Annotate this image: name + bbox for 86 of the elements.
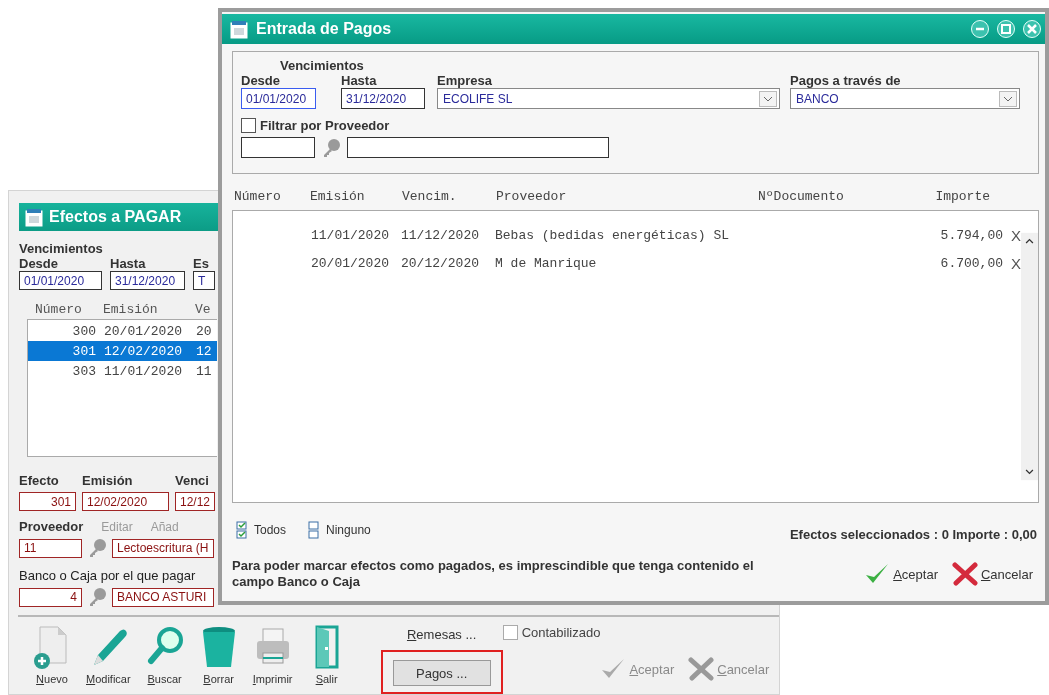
field-label: Hasta: [341, 73, 378, 88]
toolbar-button[interactable]: Salir: [306, 623, 347, 685]
cancel-button[interactable]: Cancelar: [951, 562, 1033, 586]
table-cell-text: 20/12/2020: [401, 255, 480, 271]
window-title: Efectos a PAGAR: [49, 208, 182, 226]
list-row[interactable]: 303 11/01/2020 11: [28, 361, 217, 381]
info-message: Para poder marcar efectos como pagados, es imprescindible que tenga contenido el campo Banco o Caja: [232, 558, 755, 590]
window-title: Entrada de Pagos: [256, 20, 393, 38]
field-label: Pagos a través de: [790, 73, 902, 88]
table-cell-text: M de Manrique: [495, 255, 598, 271]
list-row[interactable]: 301 12/02/2020 12: [28, 341, 217, 361]
selection-summary: Efectos seleccionados : 0 Importe : 0,00: [789, 527, 1037, 542]
toolbar-button[interactable]: Nuevo: [32, 623, 72, 685]
toolbar-button[interactable]: Borrar: [198, 623, 239, 685]
date-field[interactable]: 01/01/2020: [19, 271, 102, 290]
field-label: Banco o Caja por el que pagar: [19, 568, 197, 583]
section-label: Vencimientos: [19, 241, 104, 256]
minimize-button[interactable]: [971, 20, 989, 38]
field-label: Es: [193, 256, 210, 271]
column-header: Proveedor: [496, 189, 568, 204]
maximize-button[interactable]: [997, 20, 1015, 38]
remove-mark[interactable]: X: [1003, 254, 1021, 272]
close-button[interactable]: [1023, 20, 1041, 38]
column-header: Importe: [934, 189, 991, 204]
text-field[interactable]: T: [193, 271, 215, 290]
code-field[interactable]: 4: [19, 587, 82, 607]
field-label: Desde: [19, 256, 60, 271]
name-field[interactable]: [347, 137, 609, 158]
field-label: Empresa: [437, 73, 493, 88]
chevron-down-icon: [759, 90, 777, 107]
toolbar-button[interactable]: Imprimir: [252, 623, 293, 685]
date-field[interactable]: 31/12/2020: [341, 88, 425, 109]
accept-button[interactable]: Aceptar: [864, 562, 938, 586]
toolbar-button[interactable]: Modificar: [86, 623, 131, 685]
chevron-down-icon: [999, 90, 1017, 107]
table-cell-text: 20/01/2020: [311, 255, 390, 271]
field-label: Efecto: [19, 473, 60, 488]
select-all-button[interactable]: Todos: [236, 520, 287, 539]
column-header: NºDocumento: [758, 189, 845, 204]
date-field[interactable]: 12/02/2020: [82, 492, 169, 511]
name-field[interactable]: BANCO ASTURI: [112, 587, 214, 607]
number-field[interactable]: 301: [19, 492, 76, 511]
empty-checkboxes-icon: [308, 520, 321, 539]
calendar-icon: [25, 207, 43, 227]
section-label: Vencimientos: [279, 58, 365, 73]
dropdown[interactable]: ECOLIFE SL: [437, 88, 780, 109]
x-mark-icon: [951, 562, 978, 586]
code-field[interactable]: 11: [19, 538, 82, 558]
checkbox[interactable]: [241, 118, 256, 133]
table-cell-text: Bebas (bedidas energéticas) SL: [495, 227, 731, 243]
table-cell-text: 5.794,00: [939, 227, 1003, 243]
pagos-button[interactable]: Pagos ...: [392, 660, 491, 686]
table-cell-text: 11/12/2020: [401, 227, 480, 243]
list-row[interactable]: 300 20/01/2020 20: [28, 321, 217, 341]
column-header: Número: [234, 189, 282, 204]
key-icon: [87, 587, 107, 607]
calendar-icon: [230, 19, 248, 39]
checkbox-label: Contabilizado: [521, 625, 601, 640]
checkbox-label: Filtrar por Proveedor: [260, 118, 390, 133]
code-field[interactable]: [241, 137, 315, 158]
field-label: Hasta: [110, 256, 147, 271]
key-icon: [87, 538, 107, 558]
column-header: Emisión: [103, 302, 159, 317]
column-header: Emisión: [310, 189, 366, 204]
link[interactable]: Remesas ...: [406, 627, 477, 642]
checkbox[interactable]: [502, 625, 518, 640]
column-header: Vencim.: [402, 189, 458, 204]
date-field[interactable]: 31/12/2020: [110, 271, 185, 290]
field-label: Proveedor: [19, 519, 84, 534]
field-label: Emisión: [82, 473, 134, 488]
column-header: Número: [35, 302, 83, 317]
x-mark-icon: [688, 657, 715, 681]
dropdown[interactable]: BANCO: [790, 88, 1020, 109]
toolbar-button[interactable]: Buscar: [144, 623, 185, 685]
column-header: Ve: [195, 302, 211, 317]
name-field[interactable]: Lectoescritura (H: [112, 538, 214, 558]
remove-mark[interactable]: X: [1003, 226, 1021, 244]
checkboxes-icon: [236, 520, 248, 539]
field-label: Desde: [241, 73, 282, 88]
date-field[interactable]: 12/12: [175, 492, 215, 511]
table-cell-text: 11/01/2020: [311, 227, 390, 243]
field-label: Venci: [175, 473, 210, 488]
table-cell-text: 6.700,00: [939, 255, 1003, 271]
key-icon: [321, 137, 341, 158]
select-none-button[interactable]: Ninguno: [308, 520, 371, 539]
date-field[interactable]: 01/01/2020: [241, 88, 316, 109]
